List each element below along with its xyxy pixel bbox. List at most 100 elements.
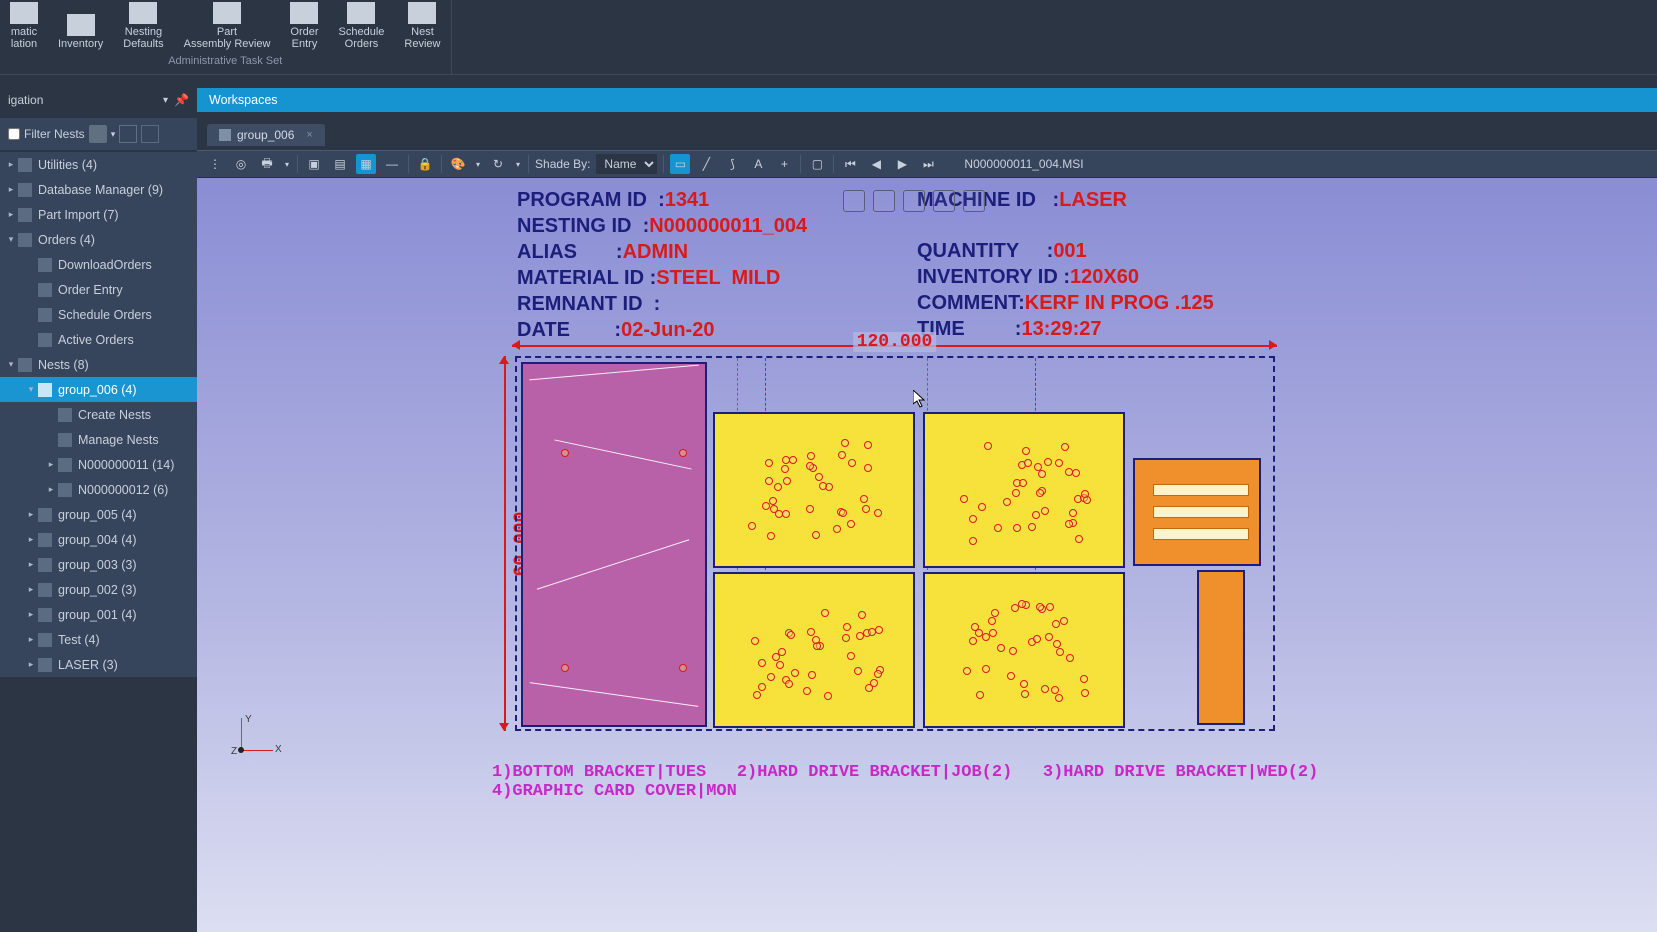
close-icon[interactable]: ×: [306, 129, 312, 141]
text-icon[interactable]: A: [748, 154, 768, 174]
file-tab-group006[interactable]: group_006 ×: [207, 124, 325, 146]
funnel-icon[interactable]: [89, 125, 107, 143]
lock-icon[interactable]: 🔒: [415, 154, 435, 174]
part-hd-bracket[interactable]: [713, 412, 915, 568]
folder-icon: [38, 608, 52, 622]
workspaces-tab-label: Workspaces: [209, 93, 278, 107]
next-icon[interactable]: ▶: [892, 154, 912, 174]
tree-item[interactable]: ▾Orders (4): [0, 227, 197, 252]
canvas-toolbar: ⋮ ◎ 🖶 ▾ ▣ ▤ ▦ — 🔒 🎨 ▾ ↻ ▾ Shade By: Name…: [197, 150, 1657, 178]
ribbon-label: Nest Review: [404, 26, 440, 50]
ribbon-btn-nesting-defaults[interactable]: Nesting Defaults: [117, 0, 169, 52]
tree-item[interactable]: Schedule Orders: [0, 302, 197, 327]
tree-label: Active Orders: [58, 333, 134, 347]
chevron-down-icon[interactable]: ▾: [514, 160, 522, 169]
tree-item[interactable]: ▸LASER (3): [0, 652, 197, 677]
tree-item[interactable]: ▸Database Manager (9): [0, 177, 197, 202]
expand-icon[interactable]: ▸: [26, 609, 36, 620]
zoom-window-icon[interactable]: [843, 190, 865, 212]
part-bottom-bracket[interactable]: [521, 362, 707, 727]
rect-icon[interactable]: ▢: [807, 154, 827, 174]
target-icon[interactable]: ◎: [231, 154, 251, 174]
ribbon-btn-inventory[interactable]: Inventory: [52, 0, 109, 52]
ribbon-btn-part-assembly[interactable]: Part Assembly Review: [178, 0, 277, 52]
expand-icon[interactable]: ▸: [46, 484, 56, 495]
view-b-icon[interactable]: ▤: [330, 154, 350, 174]
filter-slot[interactable]: [119, 125, 137, 143]
tree-item[interactable]: ▸group_004 (4): [0, 527, 197, 552]
tree-item[interactable]: ▸group_005 (4): [0, 502, 197, 527]
fit-icon[interactable]: [963, 190, 985, 212]
ribbon-label: Nesting Defaults: [123, 26, 163, 50]
tree-item[interactable]: ▸Test (4): [0, 627, 197, 652]
expand-icon[interactable]: ▸: [6, 184, 16, 195]
tree-item[interactable]: DownloadOrders: [0, 252, 197, 277]
expand-icon[interactable]: ▸: [46, 459, 56, 470]
filter-nests-checkbox[interactable]: [8, 128, 20, 140]
shade-by-select[interactable]: Name: [596, 154, 657, 174]
tree-label: Part Import (7): [38, 208, 119, 222]
print-icon[interactable]: 🖶: [257, 154, 277, 174]
pin-icon[interactable]: 📌: [174, 93, 189, 107]
chevron-down-icon[interactable]: ▾: [283, 160, 291, 169]
arc-icon[interactable]: ⟆: [722, 154, 742, 174]
tree-item[interactable]: ▸ Part Import (7): [0, 202, 197, 227]
expand-icon[interactable]: ▸: [26, 509, 36, 520]
part-hd-bracket[interactable]: [713, 572, 915, 728]
tree-item[interactable]: ▾Nests (8): [0, 352, 197, 377]
window-icon[interactable]: ▭: [670, 154, 690, 174]
prev-icon[interactable]: ◀: [866, 154, 886, 174]
plus-icon[interactable]: +: [774, 154, 794, 174]
file-icon: [219, 129, 231, 141]
tree-item[interactable]: ▸N000000011 (14): [0, 452, 197, 477]
chevron-down-icon[interactable]: ▾: [111, 129, 116, 140]
part-hd-bracket[interactable]: [923, 572, 1125, 728]
workspaces-tab[interactable]: Workspaces: [197, 88, 1657, 112]
part-hd-bracket[interactable]: [923, 412, 1125, 568]
expand-icon[interactable]: ▸: [6, 159, 16, 170]
ribbon-btn-nest-review[interactable]: Nest Review: [398, 0, 446, 52]
expand-icon[interactable]: ▾: [6, 359, 16, 370]
pan-icon[interactable]: [903, 190, 925, 212]
expand-icon[interactable]: ▾: [6, 234, 16, 245]
tree-item[interactable]: Create Nests: [0, 402, 197, 427]
chevron-down-icon[interactable]: ▾: [474, 160, 482, 169]
expand-icon[interactable]: ▸: [26, 634, 36, 645]
view-c-icon[interactable]: ▦: [356, 154, 376, 174]
last-icon[interactable]: ⏭: [918, 154, 938, 174]
canvas[interactable]: PROGRAM ID :1341 NESTING ID :N000000011_…: [197, 178, 1657, 932]
ribbon-btn-schedule-orders[interactable]: Schedule Orders: [333, 0, 391, 52]
expand-icon[interactable]: ▸: [26, 534, 36, 545]
tree-item[interactable]: Manage Nests: [0, 427, 197, 452]
tree-item[interactable]: Order Entry: [0, 277, 197, 302]
search-icon[interactable]: [141, 125, 159, 143]
tree-item[interactable]: ▸group_003 (3): [0, 552, 197, 577]
palette-icon[interactable]: 🎨: [448, 154, 468, 174]
ribbon-btn-0[interactable]: matic lation: [4, 0, 44, 52]
expand-icon[interactable]: ▸: [26, 584, 36, 595]
line-icon[interactable]: ╱: [696, 154, 716, 174]
expand-icon[interactable]: ▸: [6, 209, 16, 220]
folder-icon: [38, 583, 52, 597]
first-icon[interactable]: ⏮: [840, 154, 860, 174]
orbit-icon[interactable]: [933, 190, 955, 212]
chevron-down-icon[interactable]: ▾: [163, 95, 168, 106]
part-graphic-cover[interactable]: [1133, 458, 1261, 566]
tree-item[interactable]: ▸group_001 (4): [0, 602, 197, 627]
tree-item[interactable]: ▸N000000012 (6): [0, 477, 197, 502]
expand-icon[interactable]: ▸: [26, 559, 36, 570]
refresh-icon[interactable]: ↻: [488, 154, 508, 174]
ribbon-group-admin: matic lation Inventory Nesting Defaults …: [0, 0, 452, 74]
zoom-in-icon[interactable]: [873, 190, 895, 212]
tree-item[interactable]: ▾group_006 (4): [0, 377, 197, 402]
grip-icon[interactable]: ⋮: [205, 154, 225, 174]
tree-item[interactable]: ▸group_002 (3): [0, 577, 197, 602]
expand-icon[interactable]: ▸: [26, 659, 36, 670]
tree-item[interactable]: Active Orders: [0, 327, 197, 352]
expand-icon[interactable]: ▾: [26, 384, 36, 395]
tree-item[interactable]: ▸Utilities (4): [0, 152, 197, 177]
ribbon-btn-order-entry[interactable]: Order Entry: [284, 0, 324, 52]
part-graphic-cover-b[interactable]: [1197, 570, 1245, 725]
minus-icon[interactable]: —: [382, 154, 402, 174]
view-a-icon[interactable]: ▣: [304, 154, 324, 174]
